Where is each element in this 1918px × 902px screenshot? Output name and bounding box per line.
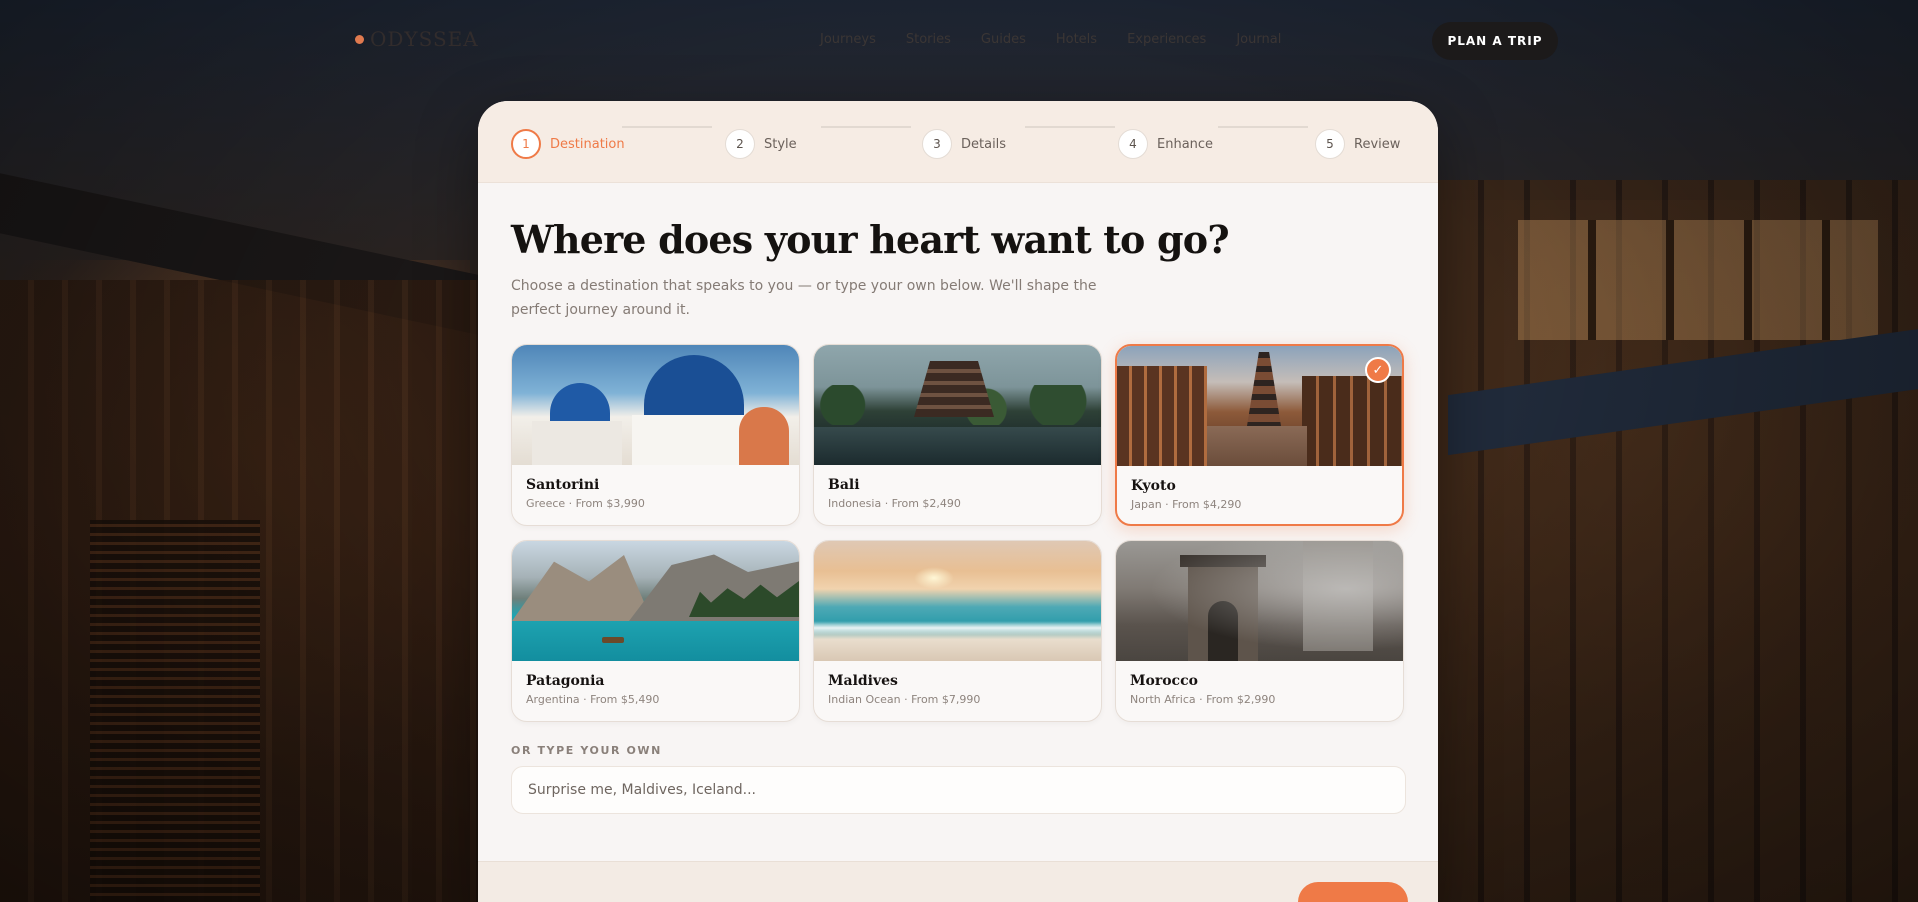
step-style[interactable]: 2 Style — [725, 129, 797, 159]
step-details[interactable]: 3 Details — [922, 129, 1006, 159]
step-connector — [1218, 126, 1308, 128]
nav-link-journal[interactable]: Journal — [1236, 32, 1281, 47]
destination-card-kyoto[interactable]: ✓ Kyoto Japan · From $4,290 — [1115, 344, 1404, 526]
wizard-footer — [478, 861, 1438, 902]
top-navigation: ODYSSEA Journeys Stories Guides Hotels E… — [0, 0, 1918, 82]
destination-card-bali[interactable]: Bali Indonesia · From $2,490 — [813, 344, 1102, 526]
step-connector — [1025, 126, 1115, 128]
destination-meta: Greece · From $3,990 — [526, 497, 645, 510]
plan-a-trip-button[interactable]: PLAN A TRIP — [1432, 22, 1558, 60]
destination-card-morocco[interactable]: Morocco North Africa · From $2,990 — [1115, 540, 1404, 722]
logo-text: ODYSSEA — [370, 27, 479, 51]
destination-meta: North Africa · From $2,990 — [1130, 693, 1276, 706]
page-title: Where does your heart want to go? — [511, 217, 1230, 262]
wizard-content: Where does your heart want to go? Choose… — [478, 183, 1438, 814]
nav-links: Journeys Stories Guides Hotels Experienc… — [820, 32, 1281, 47]
destination-image — [814, 541, 1101, 661]
checkmark-icon: ✓ — [1365, 357, 1391, 383]
custom-destination-label: OR TYPE YOUR OWN — [511, 744, 662, 757]
step-number: 5 — [1315, 129, 1345, 159]
step-label: Destination — [550, 136, 625, 152]
custom-destination-input[interactable] — [511, 766, 1406, 814]
destination-image — [512, 541, 799, 661]
step-number: 2 — [725, 129, 755, 159]
step-number: 1 — [511, 129, 541, 159]
step-label: Details — [961, 136, 1007, 152]
nav-link-guides[interactable]: Guides — [981, 32, 1026, 47]
destination-card-maldives[interactable]: Maldives Indian Ocean · From $7,990 — [813, 540, 1102, 722]
destination-grid: Santorini Greece · From $3,990 Bali Indo… — [511, 344, 1406, 722]
nav-link-hotels[interactable]: Hotels — [1056, 32, 1097, 47]
step-destination[interactable]: 1 Destination — [511, 129, 625, 159]
step-label: Style — [764, 136, 797, 152]
destination-image: ✓ — [1117, 346, 1402, 466]
destination-image — [1116, 541, 1403, 661]
destination-card-santorini[interactable]: Santorini Greece · From $3,990 — [511, 344, 800, 526]
destination-meta: Japan · From $4,290 — [1131, 498, 1242, 511]
destination-name: Patagonia — [526, 673, 605, 689]
step-review[interactable]: 5 Review — [1315, 129, 1400, 159]
trip-wizard-card: 1 Destination 2 Style 3 Details 4 Enhanc… — [478, 101, 1438, 902]
step-label: Enhance — [1157, 136, 1214, 152]
destination-image — [814, 345, 1101, 465]
nav-link-experiences[interactable]: Experiences — [1127, 32, 1206, 47]
logo[interactable]: ODYSSEA — [355, 27, 479, 51]
step-number: 4 — [1118, 129, 1148, 159]
page-subtitle: Choose a destination that speaks to you … — [511, 278, 1097, 318]
destination-name: Bali — [828, 477, 860, 493]
nav-link-journeys[interactable]: Journeys — [820, 32, 876, 47]
step-connector — [622, 126, 712, 128]
destination-name: Maldives — [828, 673, 898, 689]
step-label: Review — [1354, 136, 1401, 152]
destination-image — [512, 345, 799, 465]
destination-meta: Indonesia · From $2,490 — [828, 497, 961, 510]
destination-name: Morocco — [1130, 673, 1198, 689]
destination-name: Kyoto — [1131, 478, 1176, 494]
step-enhance[interactable]: 4 Enhance — [1118, 129, 1213, 159]
step-connector — [821, 126, 911, 128]
step-number: 3 — [922, 129, 952, 159]
logo-dot-icon — [355, 34, 364, 44]
destination-name: Santorini — [526, 477, 600, 493]
stepper: 1 Destination 2 Style 3 Details 4 Enhanc… — [478, 101, 1438, 183]
continue-button[interactable] — [1298, 882, 1408, 902]
destination-card-patagonia[interactable]: Patagonia Argentina · From $5,490 — [511, 540, 800, 722]
destination-meta: Argentina · From $5,490 — [526, 693, 660, 706]
nav-link-stories[interactable]: Stories — [906, 32, 951, 47]
destination-meta: Indian Ocean · From $7,990 — [828, 693, 981, 706]
